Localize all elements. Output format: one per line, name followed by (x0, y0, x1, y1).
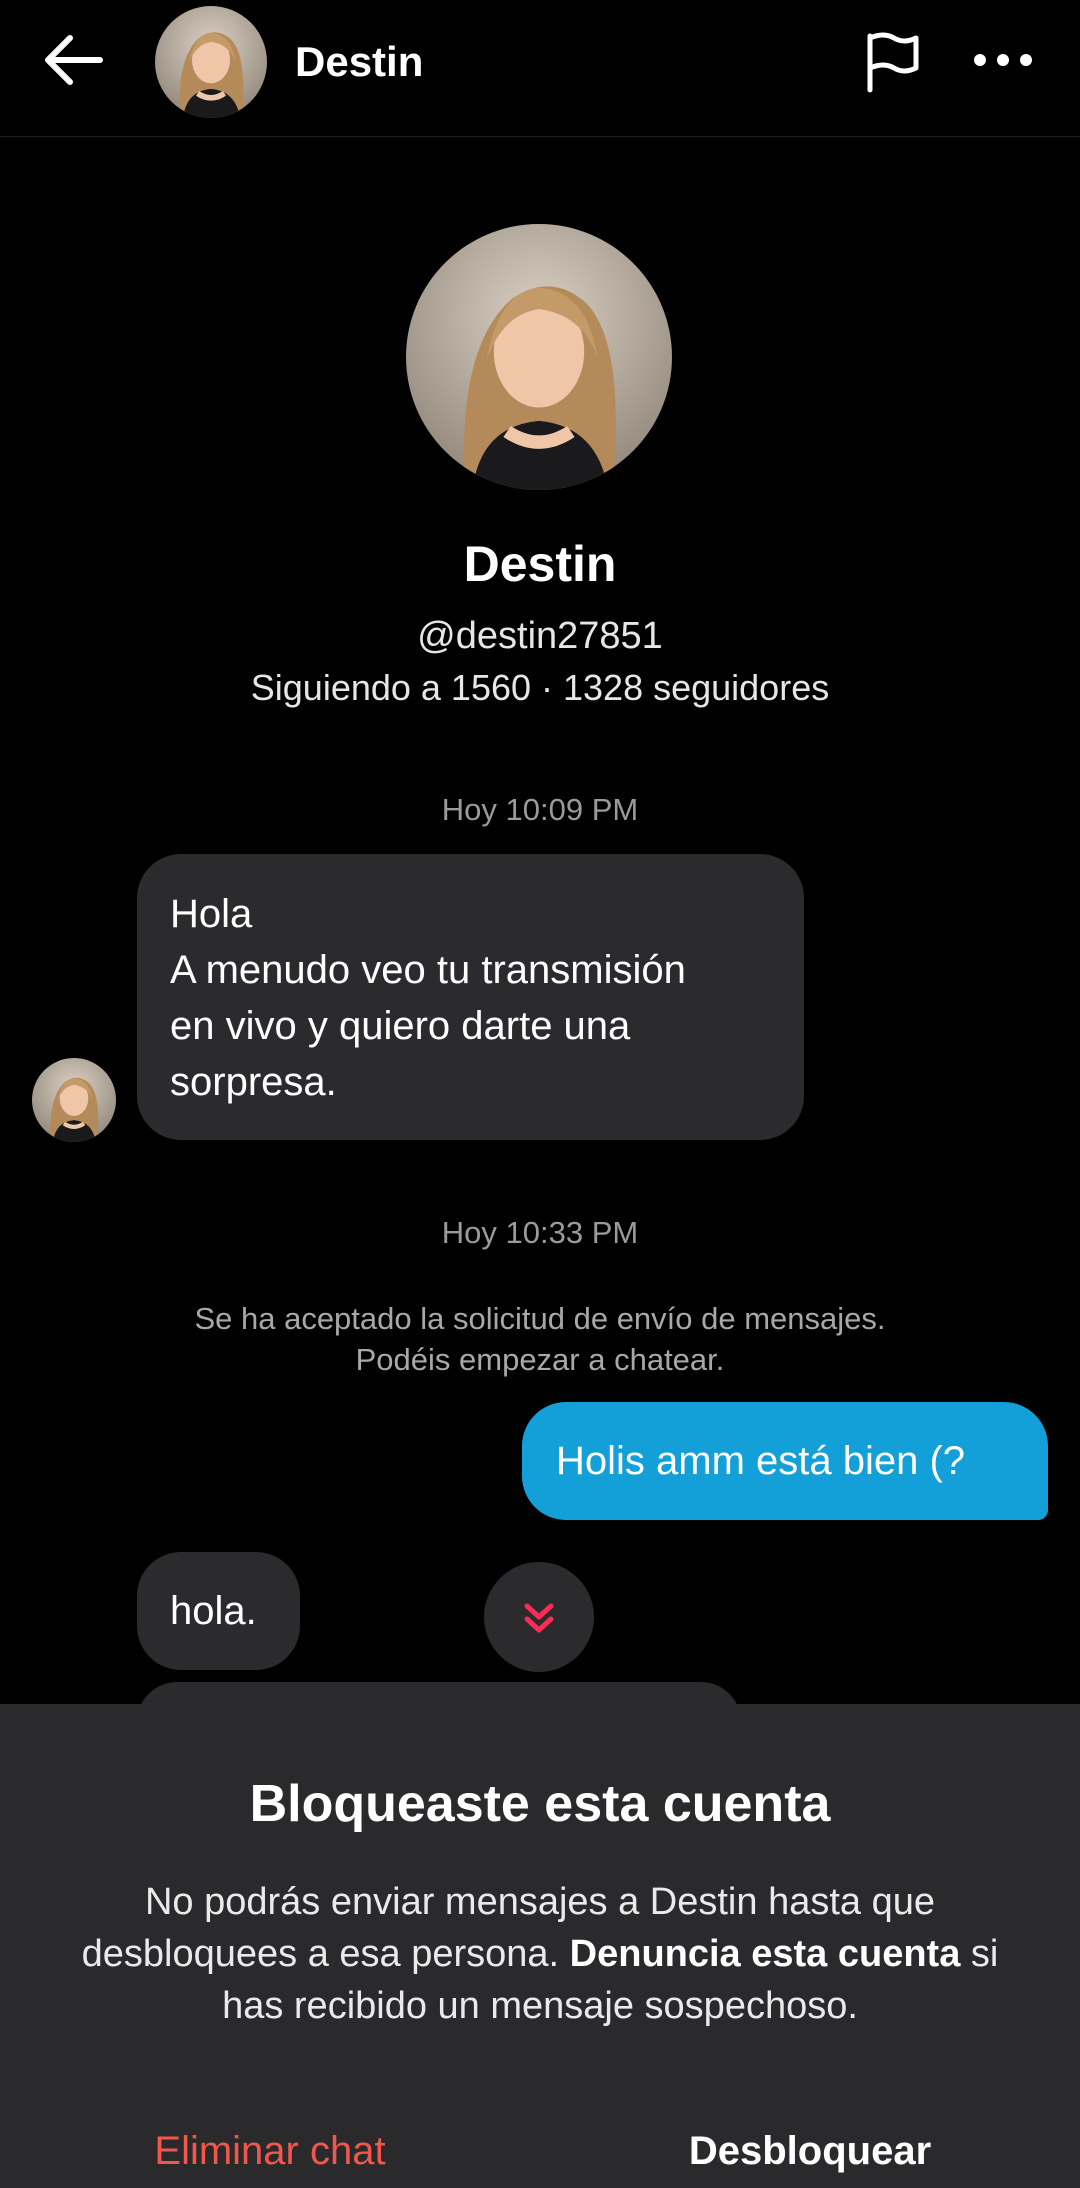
incoming-message[interactable]: Hola A menudo veo tu transmisión en vivo… (137, 854, 804, 1140)
header-avatar[interactable] (155, 6, 267, 118)
profile-name: Destin (463, 536, 617, 592)
message-text: Holis amm está bien (? (556, 1439, 966, 1483)
sender-avatar[interactable] (32, 1058, 116, 1142)
message-line: en vivo y quiero darte una (170, 1004, 631, 1048)
profile-stats: Siguiendo a 1560 · 1328 seguidores (250, 667, 830, 708)
header-username[interactable]: Destin (295, 38, 423, 86)
incoming-message[interactable]: hola. (137, 1552, 300, 1670)
report-account-link[interactable]: Denuncia esta cuenta (570, 1933, 961, 1975)
unblock-button[interactable]: Desbloquear (660, 2129, 960, 2174)
report-button[interactable] (862, 30, 924, 94)
flag-icon (867, 32, 919, 93)
arrow-left-icon (45, 35, 103, 85)
back-button[interactable] (40, 28, 112, 92)
profile-handle: @destin27851 (417, 615, 663, 657)
profile-avatar[interactable] (406, 224, 672, 490)
message-line: A menudo veo tu transmisión (170, 948, 686, 992)
system-message-line: Podéis empezar a chatear. (355, 1342, 725, 1377)
message-timestamp: Hoy 10:33 PM (441, 1215, 639, 1250)
blocked-account-sheet: Bloqueaste esta cuenta No podrás enviar … (0, 1704, 1080, 2188)
message-line: sorpresa. (170, 1060, 337, 1104)
system-message-line: Se ha aceptado la solicitud de envío de … (194, 1301, 886, 1336)
delete-chat-button[interactable]: Eliminar chat (110, 2129, 430, 2174)
double-chevron-down-icon (524, 1603, 554, 1633)
scroll-to-bottom-button[interactable] (484, 1562, 594, 1672)
message-text: hola. (170, 1589, 257, 1633)
more-options-button[interactable] (970, 30, 1036, 90)
chat-header: Destin (0, 0, 1080, 137)
sheet-title: Bloqueaste esta cuenta (249, 1775, 831, 1833)
system-message: Se ha aceptado la solicitud de envío de … (0, 1298, 1080, 1380)
message-timestamp: Hoy 10:09 PM (441, 792, 639, 827)
more-horizontal-icon (974, 54, 1032, 66)
sheet-description: No podrás enviar mensajes a Destin hasta… (70, 1876, 1010, 2032)
message-line: Hola (170, 892, 253, 936)
outgoing-message[interactable]: Holis amm está bien (? (522, 1402, 1048, 1520)
